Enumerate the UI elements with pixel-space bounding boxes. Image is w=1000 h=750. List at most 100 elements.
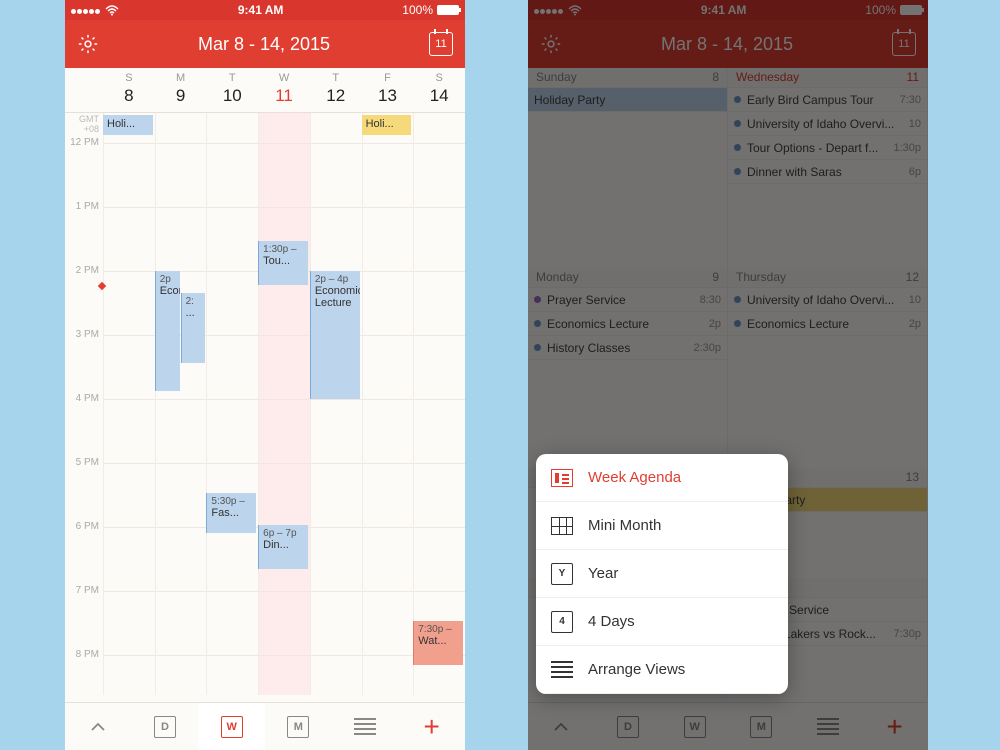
hour-line	[103, 463, 465, 464]
popup-item-icon	[550, 658, 574, 682]
allday-row: Holi... Holi...	[103, 115, 465, 137]
list-icon	[354, 718, 376, 735]
calendar-event[interactable]: 6p – 7pDin...	[258, 525, 308, 569]
toolbar-expand[interactable]	[65, 703, 132, 750]
day-number: 12	[310, 86, 362, 106]
toolbar-week[interactable]: W	[198, 703, 265, 750]
popup-item-icon: Y	[550, 562, 574, 586]
bottom-toolbar: D W M +	[65, 702, 465, 750]
day-separator	[413, 113, 414, 695]
calendar-event[interactable]: 2:...	[181, 293, 206, 363]
hour-line	[103, 143, 465, 144]
view-picker-popup: Week Agenda Mini Month Y Year 4 4 Days Arrange…	[536, 454, 788, 694]
week-grid[interactable]: GMT +08 12 PM1 PM2 PM3 PM4 PM5 PM6 PM7 P…	[65, 113, 465, 695]
event-time: 5:30p –	[211, 496, 252, 507]
popup-item-4-days[interactable]: 4 4 Days	[536, 598, 788, 646]
allday-event[interactable]: Holi...	[362, 115, 412, 135]
nav-title: Mar 8 - 14, 2015	[198, 34, 330, 55]
day-short: S	[413, 72, 465, 84]
popup-item-arrange-views[interactable]: Arrange Views	[536, 646, 788, 694]
day-number: 14	[413, 86, 465, 106]
toolbar-add[interactable]: +	[398, 703, 465, 750]
day-header[interactable]: S 14	[413, 72, 465, 106]
day-separator	[206, 113, 207, 695]
popup-item-label: Arrange Views	[588, 661, 685, 678]
hour-label: 6 PM	[65, 521, 103, 532]
day-header[interactable]: W 11	[258, 72, 310, 106]
day-separator	[258, 113, 259, 695]
day-number: 10	[206, 86, 258, 106]
popup-item-label: 4 Days	[588, 613, 635, 630]
calendar-event[interactable]: 1:30p –Tou...	[258, 241, 308, 285]
today-column-highlight	[258, 113, 310, 695]
day-short: M	[155, 72, 207, 84]
event-time: 7:30p –	[418, 624, 459, 635]
event-title: Economics Lecture	[315, 285, 356, 309]
event-time: 1:30p –	[263, 244, 304, 255]
signal-dots-icon	[71, 3, 101, 17]
popup-item-label: Week Agenda	[588, 469, 681, 486]
day-number: 13	[362, 86, 414, 106]
calendar-event[interactable]: 5:30p –Fas...	[206, 493, 256, 533]
hour-line	[103, 399, 465, 400]
today-icon[interactable]: 11	[429, 32, 453, 56]
day-separator	[103, 113, 104, 695]
event-time: 2p – 4p	[315, 274, 356, 285]
status-time: 9:41 AM	[119, 3, 402, 17]
battery-pct: 100%	[402, 3, 433, 17]
status-bar: 9:41 AM 100%	[65, 0, 465, 20]
day-short: T	[310, 72, 362, 84]
day-separator	[310, 113, 311, 695]
popup-item-label: Mini Month	[588, 517, 661, 534]
day-number: 11	[258, 86, 310, 106]
toolbar-day[interactable]: D	[132, 703, 199, 750]
day-header[interactable]: T 10	[206, 72, 258, 106]
hour-label: 4 PM	[65, 393, 103, 404]
popup-item-week-agenda[interactable]: Week Agenda	[536, 454, 788, 502]
popup-item-icon	[550, 466, 574, 490]
chevron-up-icon	[89, 718, 107, 736]
popup-item-icon	[550, 514, 574, 538]
wifi-icon	[105, 5, 119, 16]
hour-label: 2 PM	[65, 265, 103, 276]
day-separator	[362, 113, 363, 695]
day-header-row: S8M9T10W11T12F13S14	[65, 68, 465, 113]
day-header[interactable]: F 13	[362, 72, 414, 106]
day-header[interactable]: S8	[103, 72, 155, 106]
hour-label: 1 PM	[65, 201, 103, 212]
event-title: Tou...	[263, 255, 304, 267]
toolbar-list[interactable]	[332, 703, 399, 750]
day-short: F	[362, 72, 414, 84]
popup-item-mini-month[interactable]: Mini Month	[536, 502, 788, 550]
calendar-event[interactable]: 7:30p –Wat...	[413, 621, 463, 665]
phone-week-view: 9:41 AM 100% Mar 8 - 14, 2015 11 S8M9T10…	[65, 0, 465, 750]
day-short: S	[103, 72, 155, 84]
event-title: ...	[186, 307, 202, 319]
hour-line	[103, 591, 465, 592]
event-time: 2:	[186, 296, 202, 307]
event-time: 2p	[160, 274, 176, 285]
event-title: Econo...	[160, 285, 176, 297]
event-title: Wat...	[418, 635, 459, 647]
hour-label: 7 PM	[65, 585, 103, 596]
popup-item-label: Year	[588, 565, 618, 582]
calendar-event[interactable]: 2pEcono...	[155, 271, 180, 391]
day-short: T	[206, 72, 258, 84]
toolbar-month[interactable]: M	[265, 703, 332, 750]
hour-label: 3 PM	[65, 329, 103, 340]
hour-line	[103, 207, 465, 208]
calendar-event[interactable]: 2p – 4pEconomics Lecture	[310, 271, 360, 399]
day-number: 9	[155, 86, 207, 106]
plus-icon: +	[424, 711, 440, 743]
popup-item-icon: 4	[550, 610, 574, 634]
allday-event[interactable]: Holi...	[103, 115, 153, 135]
day-number: 8	[103, 86, 155, 106]
popup-item-year[interactable]: Y Year	[536, 550, 788, 598]
settings-icon[interactable]	[77, 33, 99, 55]
day-short: W	[258, 72, 310, 84]
event-title: Fas...	[211, 507, 252, 519]
day-header[interactable]: T 12	[310, 72, 362, 106]
day-header[interactable]: M9	[155, 72, 207, 106]
hour-line	[103, 655, 465, 656]
event-title: Din...	[263, 539, 304, 551]
